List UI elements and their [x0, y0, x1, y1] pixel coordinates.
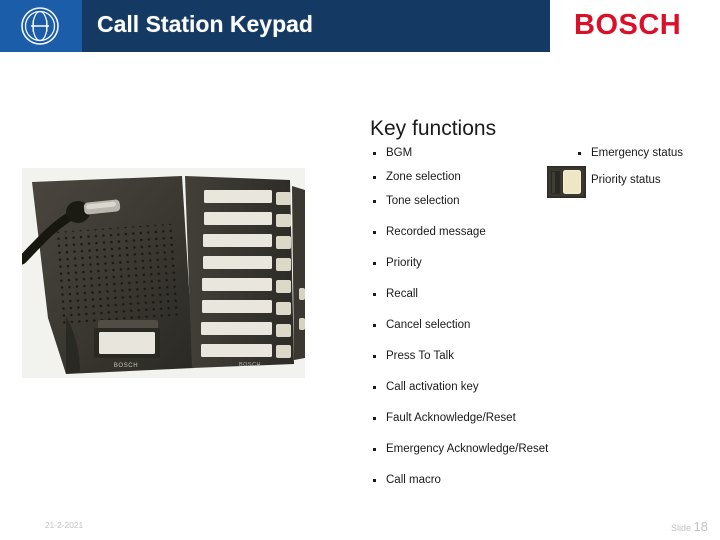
key-functions-list: BGM Zone selection Tone selection Record…	[370, 147, 640, 487]
footer-date: 21-2-2021	[45, 521, 84, 530]
list-item: Emergency Acknowledge/Reset	[370, 443, 640, 456]
list-item: Fault Acknowledge/Reset	[370, 412, 640, 425]
bosch-anchor-symbol-icon	[21, 7, 59, 45]
footer-slide-label: Slide	[671, 523, 692, 533]
list-item: Cancel selection	[370, 319, 640, 332]
list-item: Priority status	[591, 174, 661, 186]
svg-text:BOSCH: BOSCH	[239, 362, 261, 368]
list-item: Recorded message	[370, 226, 640, 239]
bosch-wordmark: BOSCH	[574, 9, 682, 41]
call-station-photo: BOSCH BOSCH	[22, 168, 305, 378]
keypad-status-led-icon	[547, 166, 586, 198]
footer-slide-value: 18	[693, 519, 708, 534]
list-item: Emergency status	[575, 147, 720, 160]
svg-text:BOSCH: BOSCH	[114, 363, 138, 369]
page-title: Call Station Keypad	[97, 11, 313, 37]
list-item: Press To Talk	[370, 350, 640, 363]
slide-header: Call Station Keypad BOSCH	[0, 0, 720, 52]
status-list: Emergency status	[575, 147, 720, 160]
footer-slide-number: Slide 18	[671, 519, 708, 534]
list-item: Tone selection	[370, 195, 640, 208]
list-item: Priority	[370, 257, 640, 270]
header-logo-square	[0, 0, 82, 52]
slide-canvas: Call Station Keypad BOSCH BOSCH BOSCH Ke…	[0, 0, 720, 540]
list-item: Call activation key	[370, 381, 640, 394]
call-station-photo-illustration: BOSCH BOSCH	[22, 168, 305, 378]
list-item: Recall	[370, 288, 640, 301]
key-functions-heading: Key functions	[370, 117, 497, 140]
list-item: Call macro	[370, 474, 640, 487]
